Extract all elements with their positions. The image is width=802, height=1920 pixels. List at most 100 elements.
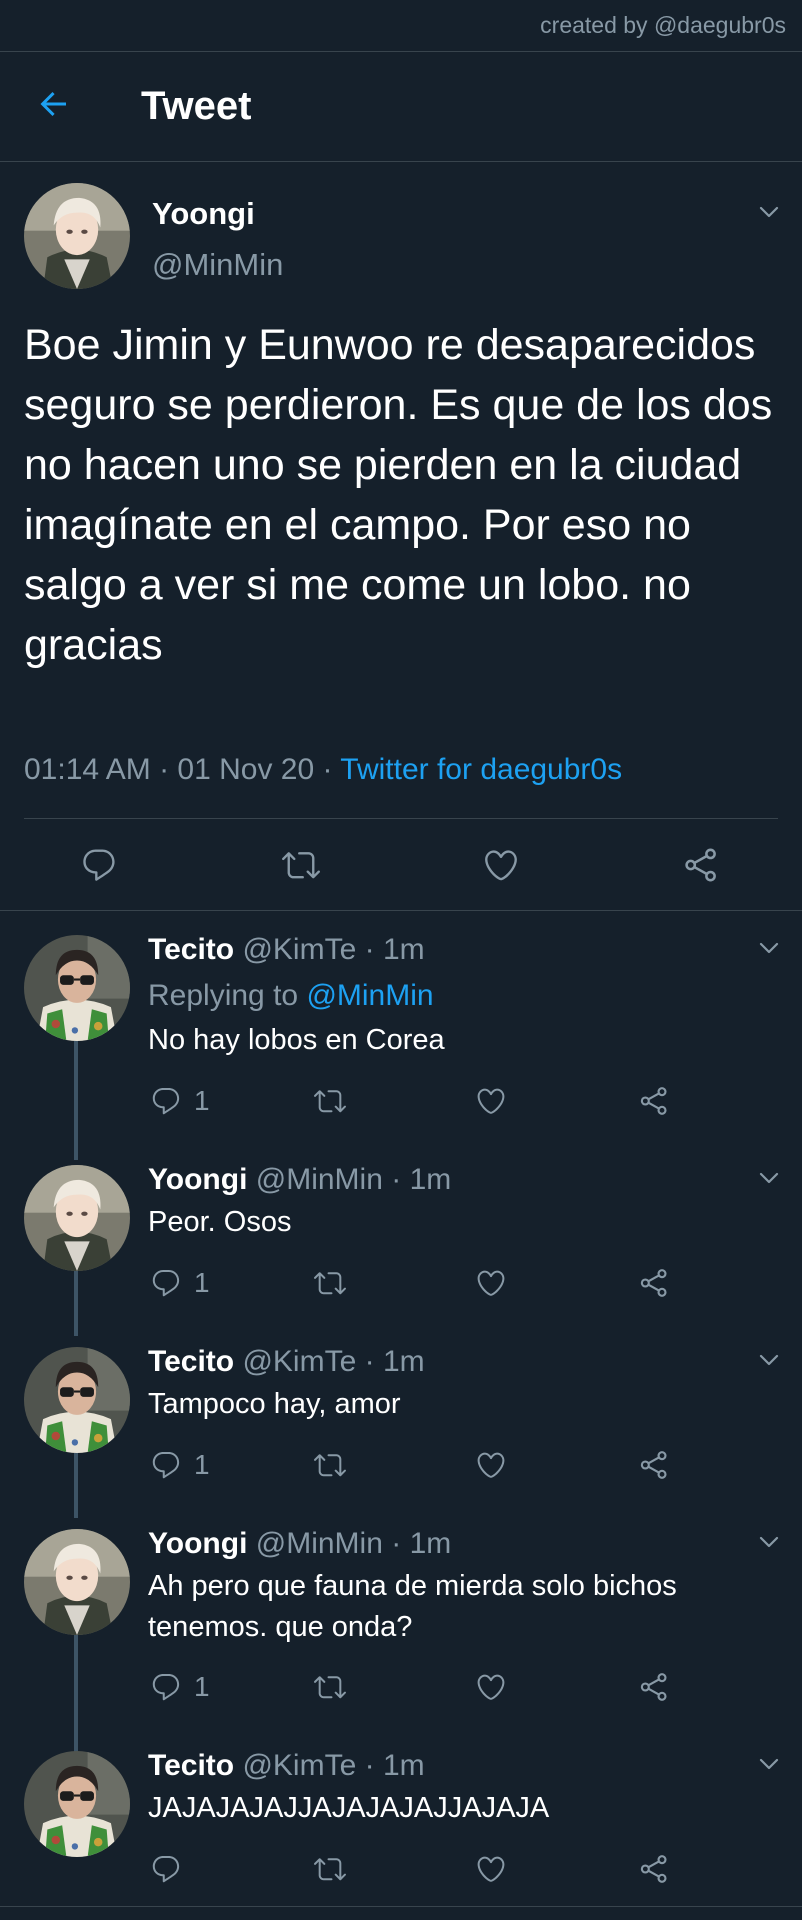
chevron-down-icon	[757, 936, 781, 960]
retweet-icon	[313, 1853, 347, 1885]
reply-icon	[150, 1085, 182, 1117]
thread-line	[74, 1040, 78, 1160]
author-handle[interactable]: @KimTe	[242, 1749, 356, 1782]
tweet-menu-button[interactable]	[755, 1346, 783, 1374]
avatar[interactable]	[24, 183, 130, 289]
reply-count: 1	[194, 1671, 210, 1702]
share-button[interactable]	[638, 1267, 670, 1299]
reply-icon	[150, 1449, 182, 1481]
reply-button[interactable]	[150, 1853, 182, 1885]
thread-line	[74, 1634, 78, 1752]
tweet-text: Boe Jimin y Eunwoo re desaparecidos segu…	[24, 321, 773, 669]
tweet-menu-button[interactable]	[755, 1164, 783, 1192]
chevron-down-icon	[757, 1530, 781, 1554]
author-name[interactable]: Yoongi	[148, 1163, 247, 1196]
avatar[interactable]	[24, 1529, 130, 1635]
arrow-left-icon	[40, 92, 66, 116]
reply-count: 1	[194, 1085, 210, 1116]
chevron-down-icon	[757, 200, 781, 224]
mention-link[interactable]: @MinMin	[306, 979, 433, 1012]
like-button[interactable]	[475, 1085, 507, 1117]
share-icon	[682, 846, 720, 884]
author-name[interactable]: Yoongi	[148, 1527, 247, 1560]
reply-button[interactable]: 1	[150, 1267, 210, 1299]
retweet-icon	[313, 1449, 347, 1481]
watermark-text: created by @daegubr0s	[540, 12, 786, 38]
tweet-source-link[interactable]: Twitter for daegubr0s	[340, 753, 622, 786]
share-button[interactable]	[638, 1085, 670, 1117]
separator-dot: ·	[364, 1749, 375, 1782]
separator-dot: ·	[391, 1527, 402, 1560]
retweet-icon	[281, 846, 321, 884]
reply-button[interactable]	[80, 846, 118, 884]
top-app-bar: Tweet	[0, 52, 802, 162]
reply-time: 1m	[409, 1163, 452, 1196]
author-handle[interactable]: @MinMin	[256, 1163, 383, 1196]
retweet-button[interactable]	[313, 1671, 347, 1703]
divider	[0, 1906, 802, 1907]
tweet-menu-button[interactable]	[755, 1750, 783, 1778]
reply-time: 1m	[382, 1749, 425, 1782]
retweet-button[interactable]	[313, 1085, 347, 1117]
author-name[interactable]: Yoongi	[152, 196, 255, 232]
like-button[interactable]	[482, 846, 520, 884]
avatar[interactable]	[24, 1165, 130, 1271]
author-handle[interactable]: @KimTe	[242, 933, 356, 966]
reply-text: No hay lobos en Corea	[148, 1024, 445, 1056]
heart-icon	[475, 1671, 507, 1703]
tweet-menu-button[interactable]	[755, 1528, 783, 1556]
replying-to: Replying to @MinMin	[148, 979, 434, 1013]
heart-icon	[475, 1449, 507, 1481]
share-button[interactable]	[638, 1853, 670, 1885]
share-icon	[638, 1267, 670, 1299]
separator-dot: ·	[391, 1163, 402, 1196]
separator-dot: ·	[364, 933, 375, 966]
heart-icon	[482, 846, 520, 884]
chevron-down-icon	[757, 1752, 781, 1776]
avatar[interactable]	[24, 1751, 130, 1857]
retweet-button[interactable]	[313, 1449, 347, 1481]
tweet-menu-button[interactable]	[755, 934, 783, 962]
tweet-menu-button[interactable]	[755, 198, 783, 226]
tweet-timestamp: 01:14 AM · 01 Nov 20 ·	[24, 753, 341, 786]
thread-line	[74, 1452, 78, 1518]
heart-icon	[475, 1267, 507, 1299]
avatar[interactable]	[24, 935, 130, 1041]
reply-header: Tecito @KimTe · 1m	[148, 1749, 425, 1783]
separator-dot: ·	[364, 1345, 375, 1378]
author-name[interactable]: Tecito	[148, 933, 234, 966]
retweet-button[interactable]	[281, 846, 321, 884]
share-icon	[638, 1671, 670, 1703]
like-button[interactable]	[475, 1449, 507, 1481]
share-button[interactable]	[638, 1671, 670, 1703]
share-icon	[638, 1853, 670, 1885]
like-button[interactable]	[475, 1671, 507, 1703]
reply-button[interactable]: 1	[150, 1085, 210, 1117]
avatar[interactable]	[24, 1347, 130, 1453]
chevron-down-icon	[757, 1348, 781, 1372]
like-button[interactable]	[475, 1853, 507, 1885]
retweet-button[interactable]	[313, 1853, 347, 1885]
reply-icon	[150, 1853, 182, 1885]
back-button[interactable]	[30, 80, 78, 128]
thread-line	[74, 1270, 78, 1336]
share-button[interactable]	[682, 846, 720, 884]
reply-button[interactable]: 1	[150, 1449, 210, 1481]
replying-to-label: Replying to	[148, 979, 307, 1012]
like-button[interactable]	[475, 1267, 507, 1299]
author-name[interactable]: Tecito	[148, 1749, 234, 1782]
divider	[0, 910, 802, 911]
author-name[interactable]: Tecito	[148, 1345, 234, 1378]
retweet-icon	[313, 1085, 347, 1117]
reply-icon	[150, 1267, 182, 1299]
share-button[interactable]	[638, 1449, 670, 1481]
author-handle[interactable]: @KimTe	[242, 1345, 356, 1378]
tweet-meta: 01:14 AM · 01 Nov 20 · Twitter for daegu…	[24, 753, 622, 787]
reply-count: 1	[194, 1267, 210, 1298]
reply-button[interactable]: 1	[150, 1671, 210, 1703]
author-handle[interactable]: @MinMin	[152, 247, 283, 283]
reply-time: 1m	[382, 1345, 425, 1378]
retweet-button[interactable]	[313, 1267, 347, 1299]
author-handle[interactable]: @MinMin	[256, 1527, 383, 1560]
reply-header: Tecito @KimTe · 1m	[148, 1345, 425, 1379]
